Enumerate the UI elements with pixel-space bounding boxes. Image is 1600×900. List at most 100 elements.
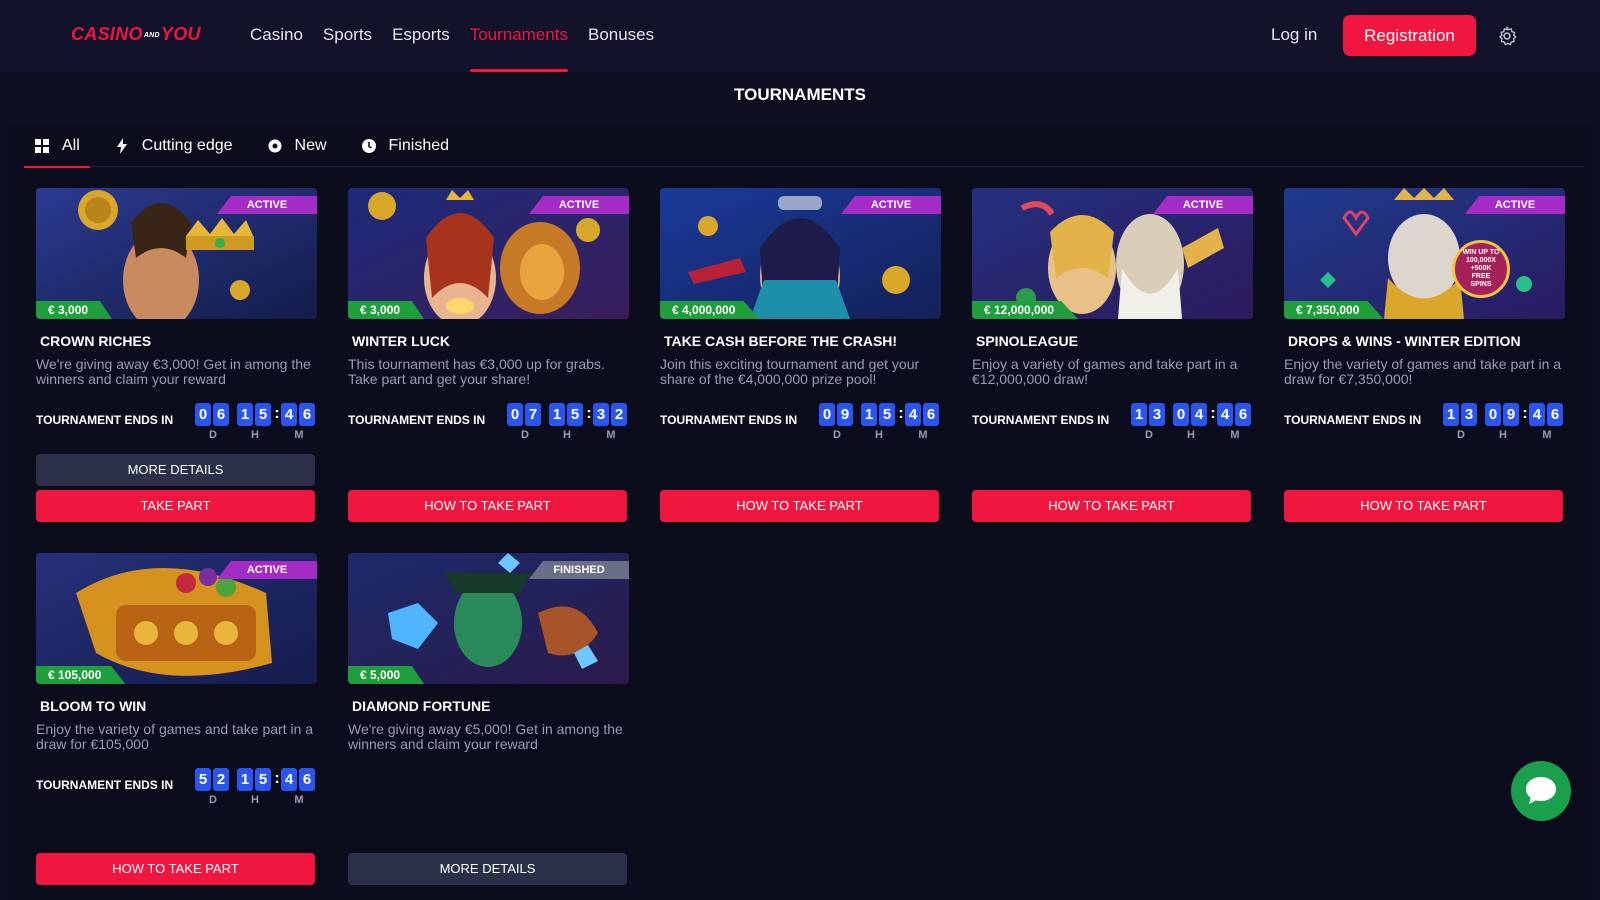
nav-casino[interactable]: Casino	[250, 0, 303, 72]
timer-digit: 5	[567, 403, 583, 426]
status-badge: ACTIVE	[1153, 196, 1253, 214]
prize-badge: € 7,350,000	[1284, 301, 1384, 319]
minutes-digits: 46	[1217, 403, 1253, 426]
timer-digit: 1	[861, 403, 877, 426]
timer-digit: 3	[1461, 403, 1477, 426]
unit-hours: H	[251, 429, 259, 441]
tournament-banner[interactable]: ACTIVE € 3,000	[36, 188, 317, 319]
tournament-banner[interactable]: ACTIVE € 3,000	[348, 188, 629, 319]
unit-hours: H	[1187, 429, 1195, 441]
unit-minutes: M	[918, 429, 928, 441]
status-badge: ACTIVE	[529, 196, 629, 214]
unit-days: D	[521, 429, 529, 441]
timer-digit: 4	[1217, 403, 1233, 426]
nav-esports[interactable]: Esports	[392, 0, 450, 72]
tournament-banner[interactable]: ACTIVE € 105,000	[36, 553, 317, 684]
timer-digit: 6	[1235, 403, 1251, 426]
main-nav: Casino Sports Esports Tournaments Bonuse…	[250, 0, 674, 72]
timer-digit: 5	[879, 403, 895, 426]
promo-seal-text: WIN UP TO 100,000X +500K FREE SPINS	[1462, 249, 1500, 288]
unit-days: D	[833, 429, 841, 441]
logo-text-right: YOU	[160, 24, 201, 44]
timer-digit: 5	[255, 768, 271, 791]
timer-separator: :	[586, 405, 592, 422]
filter-tabs: All Cutting edge New Finished	[24, 125, 1584, 168]
unit-minutes: M	[294, 429, 304, 441]
unit-hours: H	[1499, 429, 1507, 441]
timer-separator: :	[898, 405, 904, 422]
timer-label: TOURNAMENT ENDS IN	[972, 413, 1110, 427]
countdown-row: TOURNAMENT ENDS IN 06D 15H : 46M	[36, 403, 317, 449]
timer-digit: 4	[905, 403, 921, 426]
timer-separator: :	[274, 770, 280, 787]
timer-digit: 9	[1503, 403, 1519, 426]
days-digits: 09	[819, 403, 855, 426]
page-title: TOURNAMENTS	[734, 85, 866, 104]
hours-digits: 15	[237, 768, 273, 791]
nav-tournaments[interactable]: Tournaments	[469, 0, 569, 72]
minutes-digits: 32	[593, 403, 629, 426]
days-digits: 06	[195, 403, 231, 426]
gear-icon[interactable]	[1496, 25, 1518, 47]
chat-button[interactable]	[1511, 761, 1571, 821]
nav-bonuses[interactable]: Bonuses	[588, 0, 654, 72]
chat-bubble-icon	[1526, 777, 1556, 804]
filter-label: Finished	[388, 137, 450, 154]
lightning-icon	[114, 138, 130, 154]
hours-digits: 09	[1485, 403, 1521, 426]
how-to-take-part-button[interactable]: HOW TO TAKE PART	[972, 490, 1251, 522]
more-details-button[interactable]: MORE DETAILS	[348, 853, 627, 885]
countdown-row: TOURNAMENT ENDS IN 52D 15H : 46M	[36, 768, 317, 814]
casino-logo[interactable]: CASINOANDYOU	[71, 24, 201, 45]
card-description: Enjoy the variety of games and take part…	[36, 721, 314, 752]
take-part-button[interactable]: TAKE PART	[36, 490, 315, 522]
timer-digit: 0	[195, 403, 211, 426]
countdown-timer: 13 D 09 H : 46 M	[1443, 403, 1565, 441]
clock-icon	[361, 138, 377, 154]
how-to-take-part-button[interactable]: HOW TO TAKE PART	[36, 853, 315, 885]
countdown-row: TOURNAMENT ENDS IN 13 D 09 H : 46 M	[1284, 403, 1565, 449]
nav-sports[interactable]: Sports	[323, 0, 372, 72]
how-to-take-part-button[interactable]: HOW TO TAKE PART	[660, 490, 939, 522]
timer-digit: 6	[299, 768, 315, 791]
timer-digit: 1	[237, 403, 253, 426]
days-digits: 07	[507, 403, 543, 426]
tournament-card: ACTIVE € 4,000,000 TAKE CASH BEFORE THE …	[660, 188, 941, 522]
timer-digit: 9	[837, 403, 853, 426]
tournament-banner[interactable]: ACTIVE € 4,000,000	[660, 188, 941, 319]
filter-tab-cutting-edge[interactable]: Cutting edge	[104, 125, 243, 167]
card-description: Enjoy the variety of games and take part…	[1284, 356, 1562, 387]
login-link[interactable]: Log in	[1271, 25, 1317, 45]
timer-digit: 5	[195, 768, 211, 791]
timer-separator: :	[274, 405, 280, 422]
timer-digit: 4	[1191, 403, 1207, 426]
timer-digit: 6	[1547, 403, 1563, 426]
filter-tab-all[interactable]: All	[24, 125, 90, 168]
tournament-banner[interactable]: WIN UP TO 100,000X +500K FREE SPINS ACTI…	[1284, 188, 1565, 319]
prize-badge: € 105,000	[36, 666, 126, 684]
tournament-card: ACTIVE € 3,000 CROWN RICHES We're giving…	[36, 188, 317, 522]
unit-minutes: M	[1230, 429, 1240, 441]
timer-label: TOURNAMENT ENDS IN	[1284, 413, 1422, 427]
more-details-button[interactable]: MORE DETAILS	[36, 454, 315, 486]
minutes-digits: 46	[281, 768, 317, 791]
hours-digits: 15	[861, 403, 897, 426]
tournament-card: FINISHED € 5,000 DIAMOND FORTUNE We're g…	[348, 553, 629, 885]
tournament-banner[interactable]: FINISHED € 5,000	[348, 553, 629, 684]
registration-button[interactable]: Registration	[1343, 15, 1476, 56]
card-description: Join this exciting tournament and get yo…	[660, 356, 920, 387]
filter-tab-new[interactable]: New	[257, 125, 337, 167]
timer-label: TOURNAMENT ENDS IN	[36, 413, 174, 427]
timer-separator: :	[1210, 405, 1216, 422]
how-to-take-part-button[interactable]: HOW TO TAKE PART	[348, 490, 627, 522]
countdown-timer: 07 D 15 H : 32 M	[507, 403, 629, 441]
promo-seal: WIN UP TO 100,000X +500K FREE SPINS	[1452, 240, 1510, 298]
unit-days: D	[1145, 429, 1153, 441]
timer-label: TOURNAMENT ENDS IN	[660, 413, 798, 427]
logo-text-left: CASINO	[71, 24, 143, 44]
filter-label: All	[62, 137, 80, 154]
filter-tab-finished[interactable]: Finished	[351, 125, 459, 167]
how-to-take-part-button[interactable]: HOW TO TAKE PART	[1284, 490, 1563, 522]
tournament-banner[interactable]: ACTIVE € 12,000,000	[972, 188, 1253, 319]
unit-days: D	[209, 429, 217, 441]
